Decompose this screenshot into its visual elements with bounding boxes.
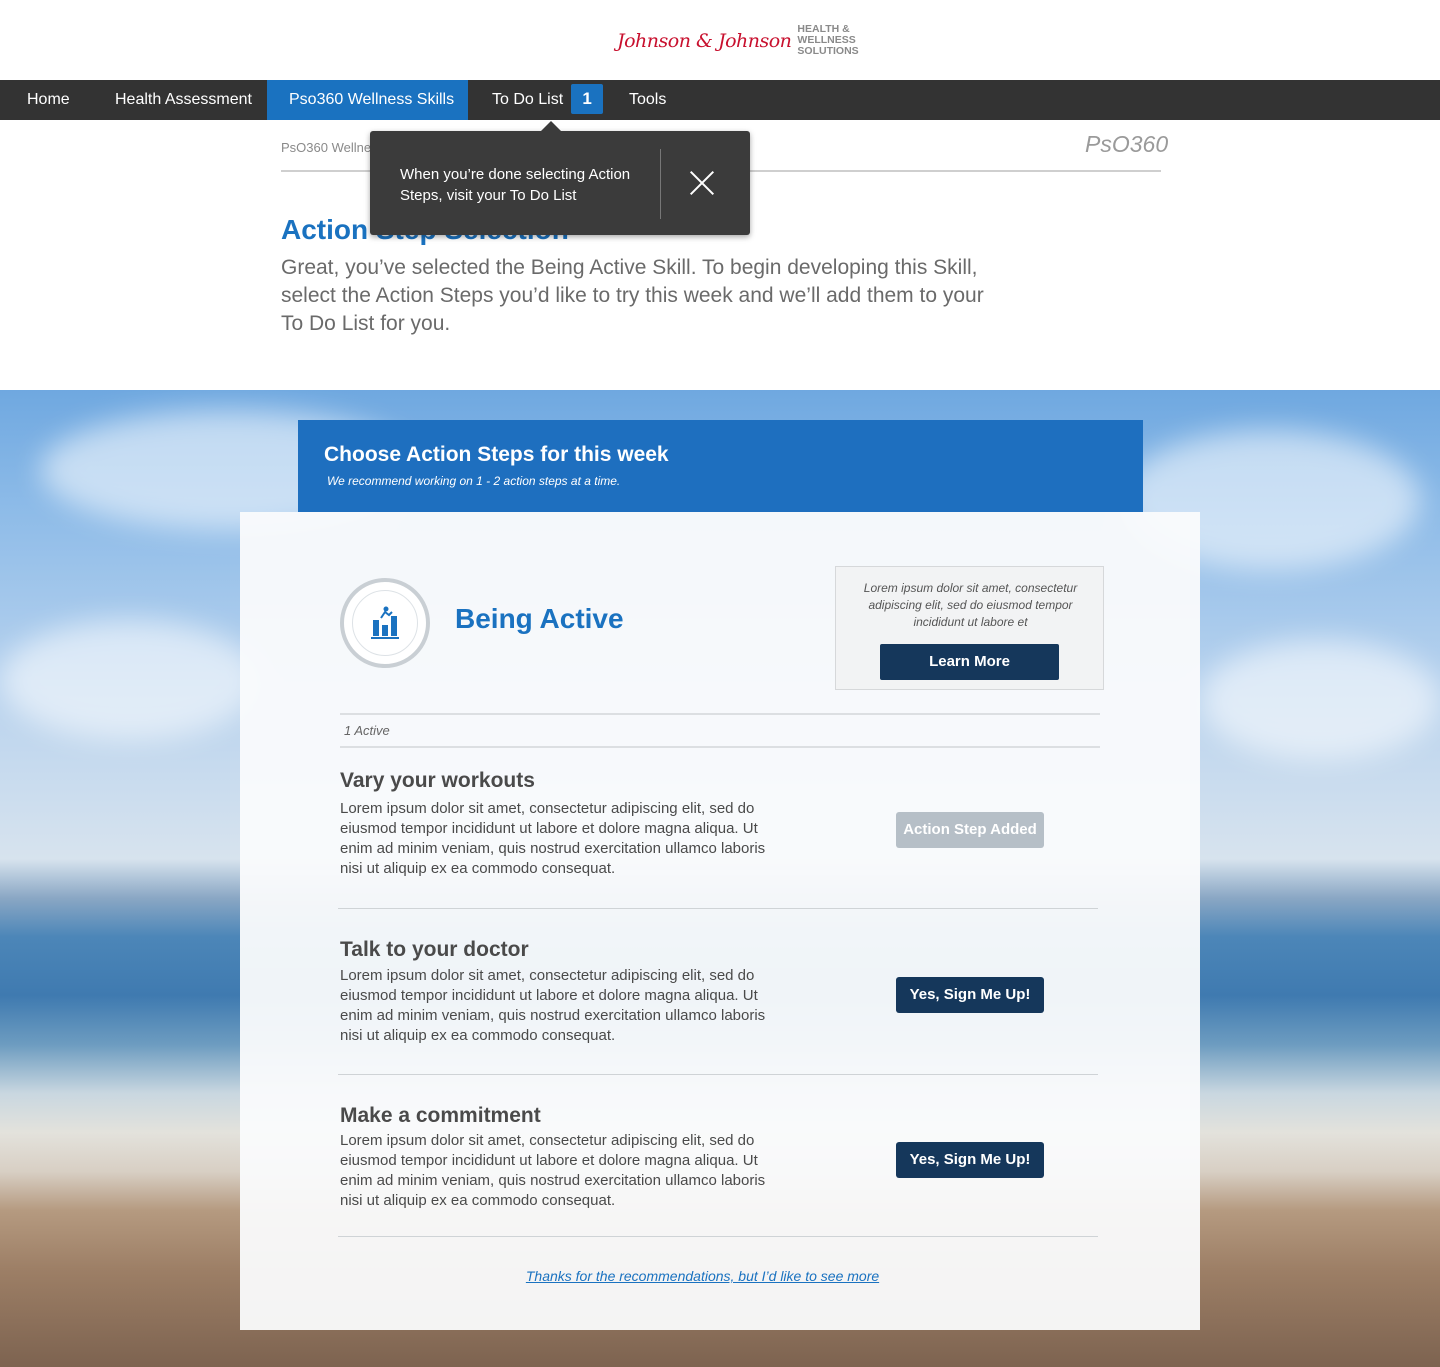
tooltip-arrow [540, 121, 562, 132]
nav-home[interactable]: Home [27, 80, 70, 120]
activity-chart-icon [371, 606, 399, 639]
card-header-title: Choose Action Steps for this week [324, 443, 669, 466]
learn-more-button[interactable]: Learn More [880, 644, 1059, 680]
learn-more-text: Lorem ipsum dolor sit amet, consectetur … [863, 581, 1078, 629]
sign-up-button[interactable]: Yes, Sign Me Up! [896, 977, 1044, 1013]
nav-wellness-skills-label: Pso360 Wellness Skills [289, 91, 455, 108]
action-step-title: Make a commitment [340, 1104, 541, 1127]
company-logo[interactable]: Johnson & Johnson HEALTH & WELLNESS SOLU… [617, 24, 859, 57]
program-brand: PsO360 [1085, 131, 1169, 157]
nav-health-assessment-label: Health Assessment [115, 91, 252, 108]
card-header-subtitle: We recommend working on 1 - 2 action ste… [327, 474, 621, 488]
skill-name: Being Active [455, 603, 624, 634]
logo-tagline: HEALTH & WELLNESS SOLUTIONS [797, 24, 858, 57]
action-step-title: Vary your workouts [340, 769, 535, 792]
learn-more-panel: Lorem ipsum dolor sit amet, consectetur … [835, 566, 1104, 690]
active-count-label: 1 Active [344, 723, 390, 738]
action-step-title: Talk to your doctor [340, 938, 529, 961]
nav-wellness-skills[interactable]: Pso360 Wellness Skills [267, 80, 468, 120]
nav-tools[interactable]: Tools [629, 80, 666, 120]
card-header: Choose Action Steps for this week We rec… [298, 420, 1143, 512]
logo-tagline-line3: SOLUTIONS [797, 45, 859, 57]
nav-health-assessment[interactable]: Health Assessment [115, 80, 252, 120]
active-count-bar: 1 Active [340, 713, 1100, 748]
tooltip-divider [660, 149, 661, 219]
step-divider [338, 908, 1098, 909]
intro-text: Great, you’ve selected the Being Active … [281, 256, 984, 335]
main-nav: Home Health Assessment Pso360 Wellness S… [0, 80, 1440, 120]
nav-home-label: Home [27, 91, 70, 108]
skill-badge [340, 578, 430, 668]
action-step-description: Lorem ipsum dolor sit amet, consectetur … [340, 967, 766, 1044]
cloud [0, 620, 260, 740]
cloud [1200, 640, 1440, 760]
close-icon[interactable] [688, 169, 716, 197]
step-divider [338, 1236, 1098, 1237]
tooltip-message: When you’re done selecting Action Steps,… [400, 166, 631, 204]
step-divider [338, 1074, 1098, 1075]
action-steps-card: Being Active Lorem ipsum dolor sit amet,… [240, 512, 1200, 1330]
see-more-link[interactable]: Thanks for the recommendations, but I’d … [240, 1268, 1165, 1284]
nav-todo-list[interactable]: To Do List 1 [492, 80, 604, 120]
sign-up-button[interactable]: Yes, Sign Me Up! [896, 1142, 1044, 1178]
action-step-description: Lorem ipsum dolor sit amet, consectetur … [340, 800, 766, 877]
action-step-description: Lorem ipsum dolor sit amet, consectetur … [340, 1132, 766, 1209]
todo-count-badge: 1 [571, 83, 604, 114]
logo-wordmark: Johnson & Johnson [617, 29, 792, 52]
site-header: Johnson & Johnson HEALTH & WELLNESS SOLU… [0, 0, 1440, 80]
todo-tooltip: When you’re done selecting Action Steps,… [370, 121, 750, 235]
nav-todo-list-label: To Do List [492, 91, 564, 108]
nav-tools-label: Tools [629, 91, 667, 108]
action-step-added-button[interactable]: Action Step Added [896, 812, 1044, 848]
